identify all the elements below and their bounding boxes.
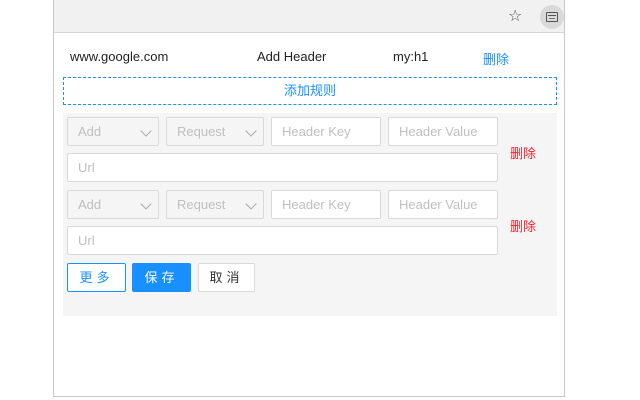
action-select-value: Add xyxy=(78,124,102,139)
http-header-icon xyxy=(546,12,558,22)
header-key-input[interactable]: Header Key xyxy=(271,117,381,146)
header-value-input[interactable]: Header Value xyxy=(388,190,498,219)
type-select-value: Request xyxy=(177,197,226,212)
header-key-input[interactable]: Header Key xyxy=(271,190,381,219)
more-button[interactable]: 更多 xyxy=(67,263,126,292)
extension-icon[interactable] xyxy=(540,5,564,29)
action-select[interactable]: Add xyxy=(67,117,159,146)
action-select-value: Add xyxy=(78,197,102,212)
url-input[interactable]: Url xyxy=(67,153,498,182)
add-rule-button[interactable]: 添加规则 xyxy=(63,77,557,105)
chevron-down-icon xyxy=(140,125,152,137)
save-button[interactable]: 保存 xyxy=(132,263,191,292)
action-select[interactable]: Add xyxy=(67,190,159,219)
rule-action: Add Header xyxy=(257,49,327,64)
type-select[interactable]: Request xyxy=(166,117,264,146)
type-select[interactable]: Request xyxy=(166,190,264,219)
cancel-button[interactable]: 取消 xyxy=(198,263,255,292)
row-delete-link[interactable]: 删除 xyxy=(510,216,536,235)
header-value-input[interactable]: Header Value xyxy=(388,117,498,146)
type-select-value: Request xyxy=(177,124,226,139)
rule-delete-link[interactable]: 删除 xyxy=(483,49,509,68)
rule-url: www.google.com xyxy=(70,49,169,64)
url-input[interactable]: Url xyxy=(67,226,498,255)
row-delete-link[interactable]: 删除 xyxy=(510,143,536,162)
bookmark-star-icon[interactable]: ☆ xyxy=(508,8,522,24)
browser-toolbar: ☆ xyxy=(54,0,564,33)
rule-form: Add Request Header Key Header Value Url … xyxy=(63,113,557,316)
rule-row: www.google.com Add Header my:h1 删除 xyxy=(56,45,562,69)
chevron-down-icon xyxy=(140,198,152,210)
rule-value: my:h1 xyxy=(393,49,429,64)
browser-window: ☆ www.google.com Add Header my:h1 删除 添加规… xyxy=(53,0,565,397)
chevron-down-icon xyxy=(245,125,257,137)
extension-popup: www.google.com Add Header my:h1 删除 添加规则 … xyxy=(56,34,562,395)
chevron-down-icon xyxy=(245,198,257,210)
